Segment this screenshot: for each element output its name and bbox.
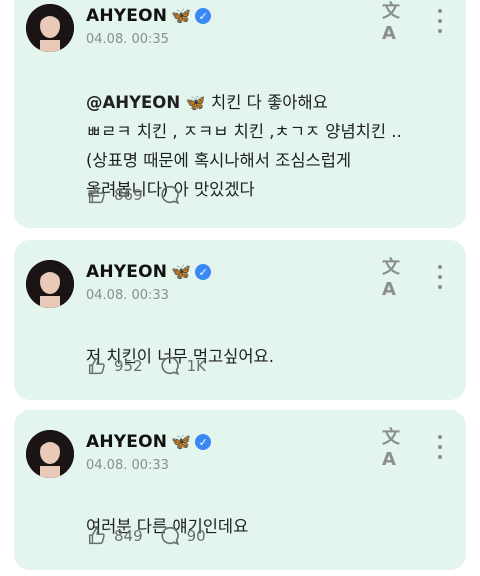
like-button[interactable]: 952 [86, 355, 143, 377]
like-count: 869 [114, 186, 143, 204]
comment-bubble-icon [161, 185, 179, 205]
comment-count: 90 [186, 527, 206, 545]
mention[interactable]: @AHYEON 🦋 [86, 93, 206, 112]
author-name[interactable]: AHYEON 🦋 ✓ [86, 432, 212, 452]
butterfly-emoji: 🦋 [171, 262, 192, 281]
verified-check-icon: ✓ [195, 434, 212, 450]
post-card[interactable]: AHYEON 🦋 ✓ 04.08. 00:33 文A 저 치킨이 너무 먹고싶어… [14, 240, 466, 400]
post-body: @AHYEON 🦋 치킨 다 좋아해요 ㅃㄹㅋ 치킨 , ㅈㅋㅂ 치킨 ,ㅊㄱㅈ… [86, 59, 446, 204]
comment-button[interactable] [159, 184, 187, 206]
more-vertical-icon[interactable] [436, 435, 444, 459]
comment-button[interactable]: 1K [159, 355, 206, 377]
comment-bubble-icon [161, 526, 179, 546]
post-actions: 869 [86, 184, 187, 206]
author-name-text: AHYEON [86, 432, 168, 452]
like-button[interactable]: 869 [86, 184, 143, 206]
post-actions: 849 90 [86, 525, 206, 547]
author-name[interactable]: AHYEON 🦋 ✓ [86, 6, 212, 26]
translate-icon[interactable]: 文A [382, 257, 410, 300]
translate-icon[interactable]: 文A [382, 427, 410, 470]
post-card[interactable]: AHYEON 🦋 ✓ 04.08. 00:35 文A @AHYEON 🦋 치킨 … [14, 0, 466, 228]
author-name[interactable]: AHYEON 🦋 ✓ [86, 262, 212, 282]
avatar[interactable] [26, 260, 74, 308]
author-name-text: AHYEON [86, 262, 168, 282]
post-card[interactable]: AHYEON 🦋 ✓ 04.08. 00:33 文A 여러분 다른 얘기인데요 … [14, 410, 466, 570]
avatar[interactable] [26, 4, 74, 52]
comment-count: 1K [186, 357, 207, 375]
like-hand-icon [88, 186, 105, 204]
more-vertical-icon[interactable] [436, 9, 444, 33]
more-vertical-icon[interactable] [436, 265, 444, 289]
like-hand-icon [88, 527, 105, 545]
post-actions: 952 1K [86, 355, 206, 377]
like-count: 849 [114, 527, 143, 545]
verified-check-icon: ✓ [195, 264, 212, 280]
post-timestamp: 04.08. 00:33 [86, 288, 169, 303]
butterfly-emoji: 🦋 [171, 6, 192, 25]
like-hand-icon [88, 357, 105, 375]
like-button[interactable]: 849 [86, 525, 143, 547]
post-timestamp: 04.08. 00:33 [86, 458, 169, 473]
avatar[interactable] [26, 430, 74, 478]
like-count: 952 [114, 357, 143, 375]
butterfly-emoji: 🦋 [171, 432, 192, 451]
comment-button[interactable]: 90 [159, 525, 206, 547]
translate-icon[interactable]: 文A [382, 1, 410, 44]
butterfly-emoji: 🦋 [185, 93, 206, 112]
mention-text: @AHYEON [86, 93, 181, 112]
post-timestamp: 04.08. 00:35 [86, 32, 169, 47]
verified-check-icon: ✓ [195, 8, 212, 24]
author-name-text: AHYEON [86, 6, 168, 26]
comment-bubble-icon [161, 356, 179, 376]
